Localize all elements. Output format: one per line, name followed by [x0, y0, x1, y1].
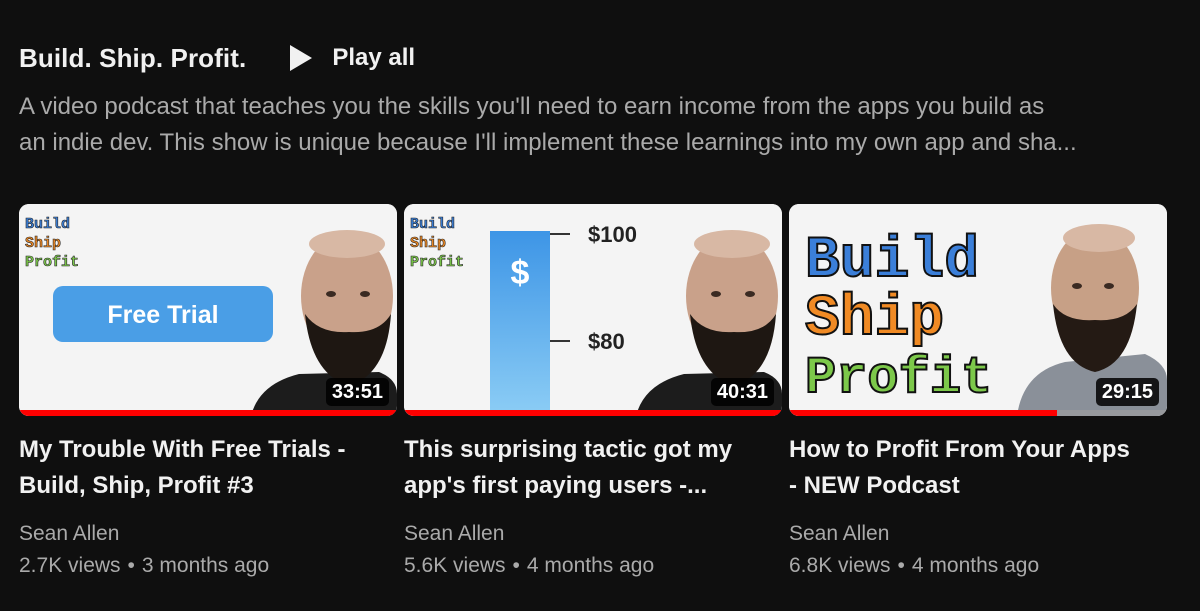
thumbnail-logo-word: Profit	[410, 254, 464, 271]
upload-age: 3 months ago	[141, 554, 270, 577]
video-thumbnail[interactable]: Build Ship Profit Free Trial 33:51	[19, 204, 397, 416]
separator-dot: •	[127, 554, 135, 577]
video-title-line: This surprising tactic got my	[404, 436, 733, 463]
upload-age: 4 months ago	[526, 554, 655, 577]
shelf-description-line-2: an indie dev. This show is unique becaus…	[19, 129, 1077, 156]
shelf-header: Build. Ship. Profit. Play all	[19, 38, 415, 78]
channel-name[interactable]: Sean Allen	[789, 518, 1167, 550]
thumbnail-dollar-symbol: $	[511, 254, 530, 292]
video-meta: 6.8K views • 4 months ago	[789, 550, 1167, 582]
separator-dot: •	[897, 554, 905, 577]
video-card[interactable]: Build Ship Profit Free Trial 33:51 My Tr…	[19, 204, 397, 582]
video-card[interactable]: Build Ship Profit $ $100 $80 40:31 This …	[404, 204, 782, 582]
video-meta: 5.6K views • 4 months ago	[404, 550, 782, 582]
play-all-label: Play all	[332, 44, 416, 71]
duration-badge: 29:15	[1095, 378, 1159, 406]
thumbnail-logo-word: Ship	[410, 235, 446, 252]
thumbnail-button-text: Free Trial	[107, 301, 218, 329]
separator-dot: •	[512, 554, 520, 577]
view-count: 5.6K views	[404, 554, 506, 577]
watch-progress-track	[789, 410, 1167, 416]
channel-name[interactable]: Sean Allen	[19, 518, 397, 550]
upload-age: 4 months ago	[911, 554, 1040, 577]
video-thumbnail[interactable]: Build Ship Profit 29:15	[789, 204, 1167, 416]
video-title[interactable]: This surprising tactic got my app's firs…	[404, 432, 774, 504]
thumbnail-logo-word: Build	[410, 216, 455, 233]
play-all-button[interactable]: Play all	[290, 44, 415, 72]
watch-progress-track	[404, 410, 782, 416]
video-title[interactable]: My Trouble With Free Trials - Build, Shi…	[19, 432, 389, 504]
video-title-line: How to Profit From Your Apps	[789, 436, 1130, 463]
thumbnail-axis-label: $80	[588, 329, 625, 354]
shelf-title[interactable]: Build. Ship. Profit.	[19, 43, 246, 74]
video-title-line: app's first paying users -...	[404, 472, 708, 499]
video-title[interactable]: How to Profit From Your Apps - NEW Podca…	[789, 432, 1159, 504]
shelf-description-line-1: A video podcast that teaches you the ski…	[19, 93, 1045, 120]
duration-badge: 40:31	[710, 378, 774, 406]
thumbnail-logo-word: Build	[805, 229, 979, 294]
video-title-line: - NEW Podcast	[789, 472, 960, 499]
watch-progress-track	[19, 410, 397, 416]
duration-badge: 33:51	[325, 378, 389, 406]
video-card[interactable]: Build Ship Profit 29:15 How to Profit Fr…	[789, 204, 1167, 582]
video-title-line: My Trouble With Free Trials -	[19, 436, 346, 463]
video-title-line: Build, Ship, Profit #3	[19, 472, 254, 499]
video-thumbnail[interactable]: Build Ship Profit $ $100 $80 40:31	[404, 204, 782, 416]
shelf-description: A video podcast that teaches you the ski…	[19, 89, 1139, 161]
thumbnail-logo-word: Profit	[805, 349, 992, 408]
video-meta: 2.7K views • 3 months ago	[19, 550, 397, 582]
watch-progress-fill	[19, 410, 397, 416]
view-count: 2.7K views	[19, 554, 121, 577]
channel-name[interactable]: Sean Allen	[404, 518, 782, 550]
thumbnail-axis-label: $100	[588, 222, 637, 247]
watch-progress-fill	[404, 410, 782, 416]
thumbnail-logo-word: Ship	[25, 235, 61, 252]
watch-progress-fill	[789, 410, 1058, 416]
view-count: 6.8K views	[789, 554, 891, 577]
thumbnail-logo-word: Profit	[25, 254, 79, 271]
thumbnail-logo-word: Build	[25, 216, 70, 233]
thumbnail-logo-word: Ship	[805, 287, 944, 352]
play-icon	[290, 45, 313, 71]
